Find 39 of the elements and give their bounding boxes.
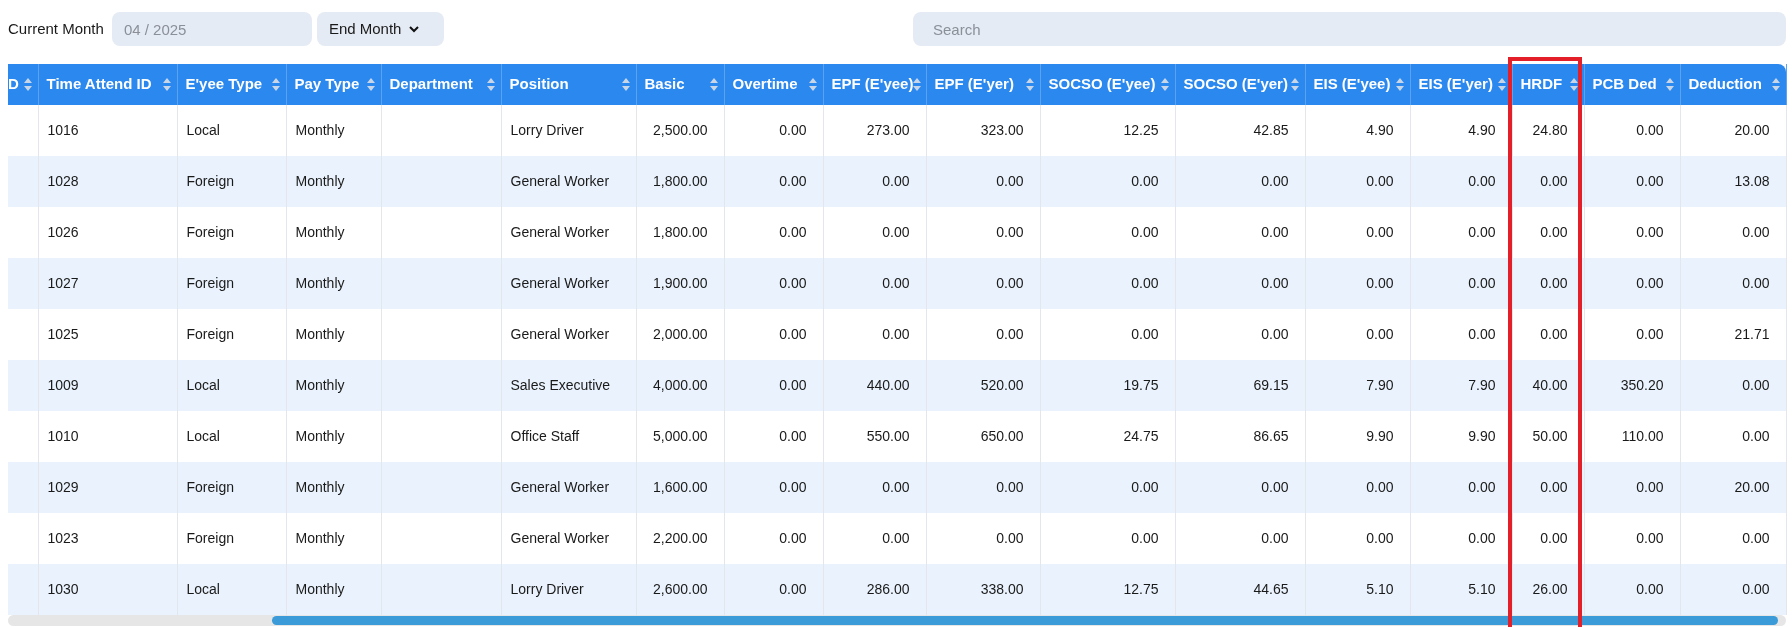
sort-icon[interactable] bbox=[913, 78, 922, 91]
column-header[interactable]: SOCSO (E'yer) bbox=[1175, 64, 1305, 105]
sort-icon[interactable] bbox=[621, 78, 630, 91]
sort-icon[interactable] bbox=[1771, 78, 1780, 91]
column-header[interactable]: EIS (E'yee) bbox=[1305, 64, 1410, 105]
column-header[interactable]: D bbox=[8, 64, 38, 105]
end-month-dropdown[interactable]: End Month bbox=[316, 12, 444, 46]
column-header[interactable]: Department bbox=[381, 64, 501, 105]
sort-icon[interactable] bbox=[162, 78, 171, 91]
sort-icon[interactable] bbox=[1160, 78, 1169, 91]
sort-icon[interactable] bbox=[1025, 78, 1034, 91]
sort-icon[interactable] bbox=[1290, 78, 1299, 91]
sort-icon[interactable] bbox=[1665, 78, 1674, 91]
sort-icon[interactable] bbox=[808, 78, 817, 91]
search-field[interactable]: Search bbox=[913, 12, 1786, 46]
current-month-label: Current Month bbox=[8, 18, 104, 39]
sort-icon[interactable] bbox=[271, 78, 280, 91]
column-header[interactable]: Deduction bbox=[1680, 64, 1786, 105]
sort-icon[interactable] bbox=[1569, 78, 1578, 91]
sort-icon[interactable] bbox=[486, 78, 495, 91]
sort-icon[interactable] bbox=[366, 78, 375, 91]
column-header[interactable]: EPF (E'yer) bbox=[926, 64, 1040, 105]
current-month-field[interactable]: 04 / 2025 bbox=[111, 12, 312, 46]
chevron-down-icon bbox=[409, 25, 420, 33]
column-header[interactable]: PCB Ded bbox=[1584, 64, 1680, 105]
sort-icon[interactable] bbox=[1395, 78, 1404, 91]
column-header[interactable]: Pay Type bbox=[286, 64, 381, 105]
sort-icon[interactable] bbox=[23, 78, 32, 91]
column-header[interactable]: Basic bbox=[636, 64, 724, 105]
column-header[interactable]: Time Attend ID bbox=[38, 64, 177, 105]
column-header[interactable]: EIS (E'yer) bbox=[1410, 64, 1512, 105]
column-header[interactable]: HRDF bbox=[1512, 64, 1584, 105]
column-header[interactable]: E'yee Type bbox=[177, 64, 286, 105]
column-header[interactable]: SOCSO (E'yee) bbox=[1040, 64, 1175, 105]
column-header[interactable]: Overtime bbox=[724, 64, 823, 105]
column-header[interactable]: EPF (E'yee) bbox=[823, 64, 926, 105]
sort-icon[interactable] bbox=[1497, 78, 1506, 91]
column-header[interactable]: Position bbox=[501, 64, 636, 105]
sort-icon[interactable] bbox=[709, 78, 718, 91]
